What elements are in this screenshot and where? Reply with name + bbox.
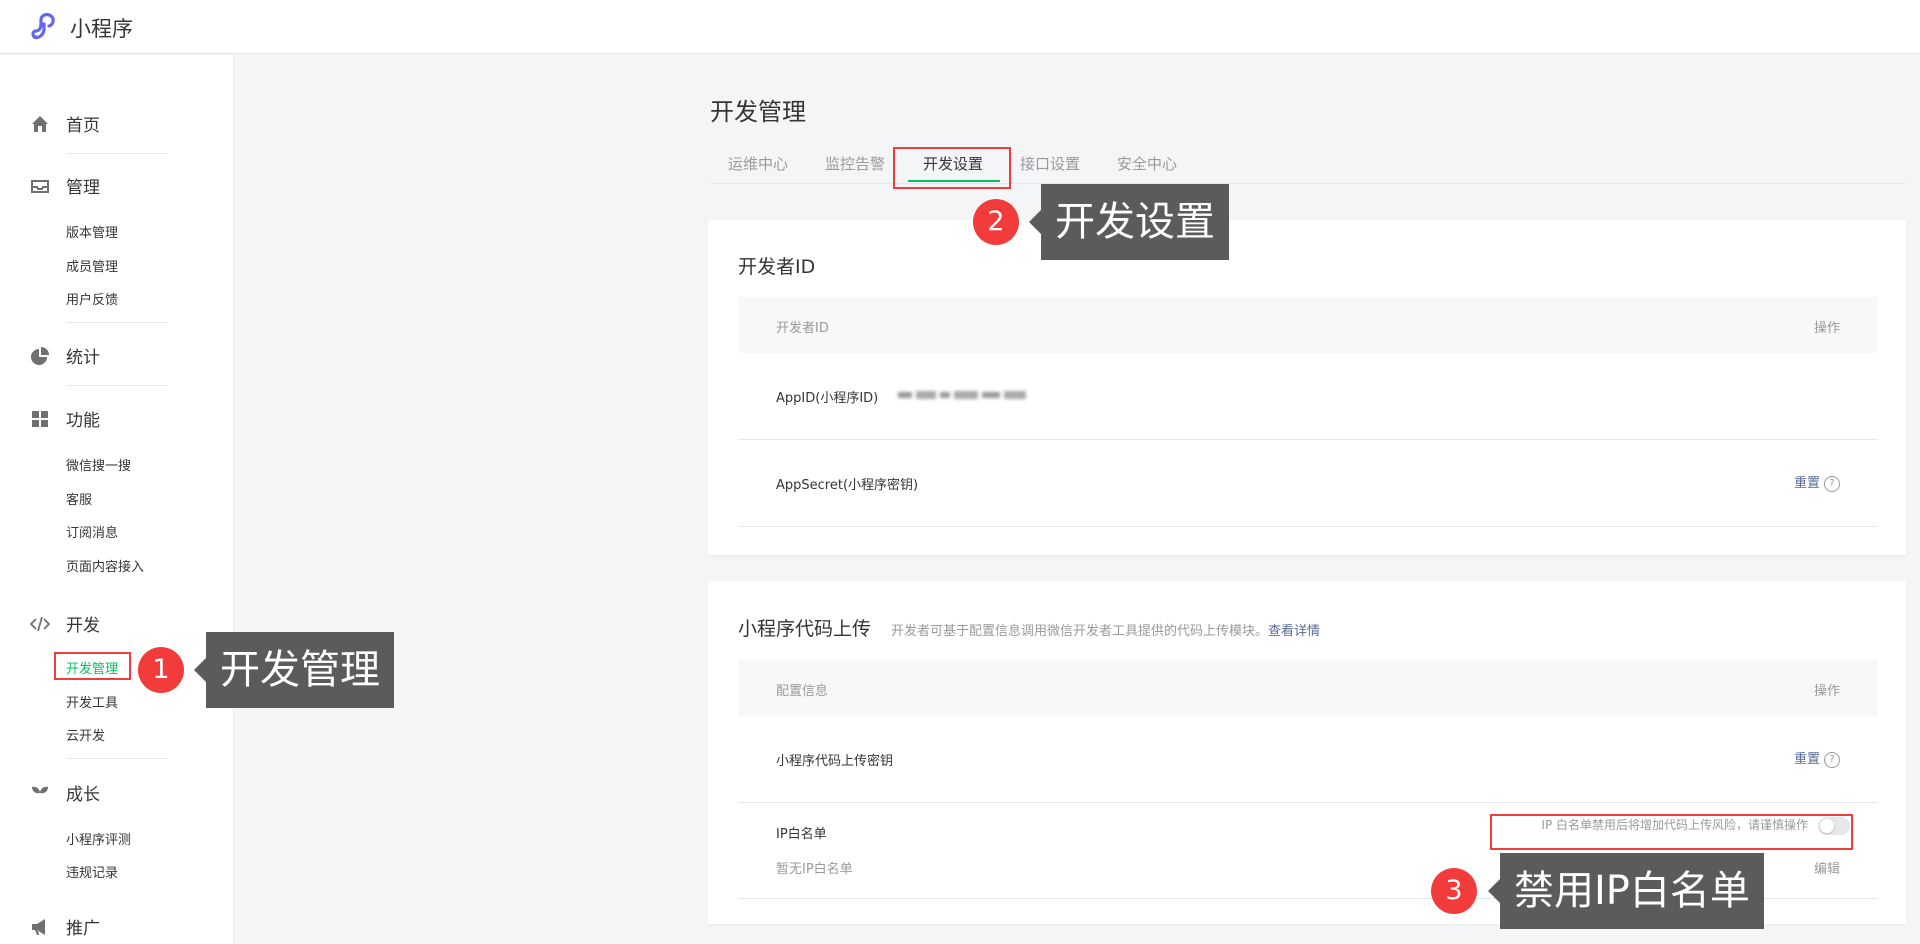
sidebar-section-label: 开发 [66, 616, 100, 636]
sidebar-item-version[interactable]: 版本管理 [66, 222, 118, 241]
sidebar-divider [66, 385, 168, 386]
sidebar-divider [66, 758, 168, 759]
action-cell: 重置? [1794, 748, 1840, 768]
sidebar-item-violations[interactable]: 违规记录 [66, 862, 118, 881]
tab-api-settings[interactable]: 接口设置 [1020, 153, 1080, 174]
sidebar-section-label: 管理 [66, 178, 100, 198]
inbox-icon [31, 180, 49, 193]
brand-name[interactable]: 小程序 [70, 13, 133, 43]
action-cell: 重置? [1794, 472, 1840, 492]
row-label: AppSecret(小程序密钥) [776, 478, 919, 493]
megaphone-icon [32, 919, 45, 935]
developer-id-card: 开发者ID 开发者ID 操作 AppID(小程序ID) AppSecret(小程… [708, 220, 1906, 555]
sidebar-item-page-content[interactable]: 页面内容接入 [66, 556, 144, 575]
header-col-config: 配置信息 [776, 684, 829, 699]
sidebar-section-label: 推广 [66, 919, 100, 939]
highlight-box-dev-management [54, 652, 131, 680]
header-col-action: 操作 [1813, 321, 1840, 336]
sidebar-section-label: 功能 [66, 411, 100, 431]
card-title: 小程序代码上传 开发者可基于配置信息调用微信开发者工具提供的代码上传模块。查看详情 [738, 614, 1320, 641]
tab-ops-center[interactable]: 运维中心 [728, 153, 788, 174]
description-text: 开发者可基于配置信息调用微信开发者工具提供的代码上传模块。 [891, 624, 1269, 639]
highlight-box-dev-settings [893, 147, 1011, 189]
annotation-callout-3: 禁用IP白名单 [1488, 853, 1764, 929]
sidebar-item-wechat-search[interactable]: 微信搜一搜 [66, 455, 131, 474]
sprout-icon [32, 786, 48, 801]
tab-security-center[interactable]: 安全中心 [1117, 153, 1177, 174]
card-description: 开发者可基于配置信息调用微信开发者工具提供的代码上传模块。查看详情 [891, 624, 1320, 639]
reset-secret-link[interactable]: 重置 [1794, 476, 1820, 491]
sidebar-section-label: 首页 [66, 116, 100, 136]
annotation-badge-2: 2 [973, 199, 1019, 245]
table-header: 开发者ID 操作 [738, 297, 1878, 353]
grid-icon [32, 411, 48, 427]
sidebar-section-growth[interactable]: 成长 [30, 777, 210, 807]
sidebar-section-features[interactable]: 功能 [30, 403, 210, 433]
reset-key-link[interactable]: 重置 [1794, 752, 1820, 767]
top-bar: 小程序 [0, 0, 1920, 54]
tab-monitoring[interactable]: 监控告警 [825, 153, 885, 174]
sidebar-section-label: 统计 [66, 348, 100, 368]
home-icon [32, 116, 48, 132]
highlight-box-ip-toggle [1490, 814, 1853, 850]
row-label: AppID(小程序ID) [776, 391, 879, 406]
pie-chart-icon [31, 347, 49, 365]
sidebar-item-subscription[interactable]: 订阅消息 [66, 522, 118, 541]
table-row-appsecret: AppSecret(小程序密钥) 重置? [738, 440, 1878, 527]
card-title: 开发者ID [738, 256, 816, 278]
view-details-link[interactable]: 查看详情 [1268, 624, 1320, 639]
edit-whitelist-link[interactable]: 编辑 [1814, 858, 1840, 877]
row-label: IP白名单 [776, 827, 827, 842]
annotation-callout-1: 开发管理 [194, 632, 394, 708]
sidebar-section-home[interactable]: 首页 [30, 108, 210, 138]
empty-whitelist-text: 暂无IP白名单 [776, 862, 853, 877]
appid-value-redacted [898, 391, 1026, 399]
sidebar-item-members[interactable]: 成员管理 [66, 256, 118, 275]
row-label: 小程序代码上传密钥 [776, 754, 894, 769]
sidebar-divider [66, 153, 168, 154]
help-icon[interactable]: ? [1824, 475, 1840, 492]
header-col-action: 操作 [1813, 684, 1840, 699]
card-title-text: 小程序代码上传 [738, 618, 872, 640]
sidebar-item-feedback[interactable]: 用户反馈 [66, 289, 118, 308]
sidebar-section-stats[interactable]: 统计 [30, 340, 210, 370]
code-icon [30, 616, 50, 632]
sidebar-section-manage[interactable]: 管理 [30, 170, 210, 200]
sidebar: 首页 管理 版本管理 成员管理 用户反馈 统计 功能 微信搜一搜 客服 订阅消息… [0, 55, 234, 944]
sidebar-item-customer-service[interactable]: 客服 [66, 489, 92, 508]
annotation-callout-2: 开发设置 [1029, 184, 1229, 260]
table-header: 配置信息 操作 [738, 660, 1878, 716]
sidebar-section-label: 成长 [66, 785, 100, 805]
header-col-name: 开发者ID [776, 321, 829, 336]
help-icon[interactable]: ? [1824, 751, 1840, 768]
sidebar-section-develop[interactable]: 开发 [30, 608, 210, 638]
sidebar-item-dev-tools[interactable]: 开发工具 [66, 692, 118, 711]
table-row-upload-key: 小程序代码上传密钥 重置? [738, 716, 1878, 803]
annotation-badge-3: 3 [1431, 868, 1477, 914]
page-title: 开发管理 [710, 98, 806, 126]
mini-program-logo-icon[interactable] [30, 11, 64, 41]
tab-bar: 运维中心 监控告警 开发设置 接口设置 安全中心 [710, 140, 1905, 184]
annotation-badge-1: 1 [138, 647, 184, 693]
sidebar-item-cloud-dev[interactable]: 云开发 [66, 725, 105, 744]
sidebar-item-evaluation[interactable]: 小程序评测 [66, 829, 131, 848]
sidebar-divider [66, 322, 168, 323]
sidebar-section-promotion[interactable]: 推广 [30, 911, 210, 941]
